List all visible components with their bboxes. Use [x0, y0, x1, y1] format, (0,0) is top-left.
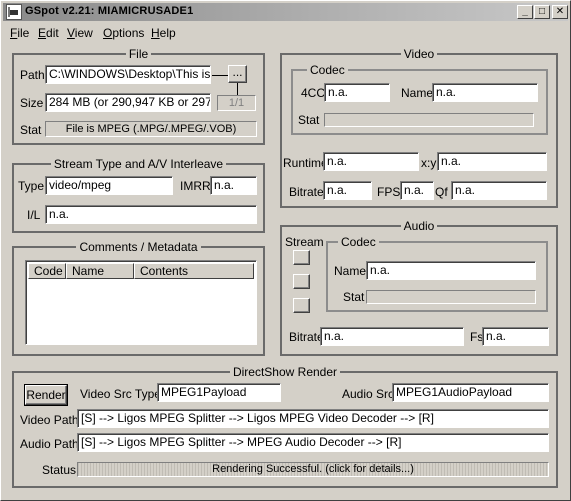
connector-line — [212, 75, 228, 76]
audio-src-label: Audio Src — [342, 387, 395, 401]
path-field[interactable]: C:\WINDOWS\Desktop\This is y — [45, 65, 211, 84]
fourcc-label: 4CC — [301, 86, 326, 100]
column-header-code[interactable]: Code — [28, 263, 66, 279]
audio-group: Audio Stream Codec Name n.a. Stat Bitrat… — [280, 219, 558, 356]
comments-group: Comments / Metadata Code Name Contents — [12, 240, 265, 356]
video-src-type-label: Video Src Type — [80, 387, 161, 401]
imrr-label: IMRR — [180, 179, 211, 193]
video-codec-title: Codec — [307, 63, 348, 77]
video-stat-value — [324, 113, 534, 127]
il-field[interactable]: n.a. — [45, 205, 257, 224]
window-title: GSpot v2.21: MIAMICRUSADE1 — [25, 5, 194, 17]
stream-label: Stream — [285, 235, 324, 249]
video-name-label: Name — [401, 86, 434, 100]
directshow-render-group: DirectShow Render Render Video Src Type … — [12, 365, 558, 488]
fourcc-field[interactable]: n.a. — [324, 83, 390, 102]
size-label: Size — [20, 96, 44, 110]
xy-field[interactable]: n.a. — [437, 152, 547, 171]
column-header-name[interactable]: Name — [66, 263, 134, 279]
page-counter: 1/1 — [217, 95, 256, 111]
render-status-bar[interactable]: Rendering Successful. (click for details… — [77, 462, 549, 477]
menu-file[interactable]: File — [10, 26, 29, 40]
connector-line — [237, 83, 238, 95]
file-group: File Path C:\WINDOWS\Desktop\This is y .… — [12, 47, 265, 145]
video-path-label: Video Path — [20, 413, 79, 427]
stat-label: Stat — [20, 123, 42, 137]
column-header-contents[interactable]: Contents — [134, 263, 254, 279]
menu-options[interactable]: Options — [103, 26, 144, 40]
minimize-button[interactable]: _ — [517, 5, 533, 19]
video-group: Video Codec 4CC n.a. Name n.a. Stat Runt… — [280, 47, 558, 208]
video-bitrate-label: Bitrate — [289, 185, 324, 199]
gspot-window: GSpot v2.21: MIAMICRUSADE1 _ □ ✕ File Ed… — [0, 0, 571, 501]
fps-field[interactable]: n.a. — [400, 181, 434, 200]
video-path-field[interactable]: [S] --> Ligos MPEG Splitter --> Ligos MP… — [77, 409, 549, 428]
menu-view[interactable]: View — [67, 26, 93, 40]
menu-edit[interactable]: Edit — [38, 26, 59, 40]
qf-field[interactable]: n.a. — [451, 181, 547, 200]
comments-group-title: Comments / Metadata — [76, 240, 201, 254]
audio-codec-group: Codec Name n.a. Stat — [326, 235, 548, 312]
path-label: Path — [20, 68, 45, 82]
qf-label: Qf — [435, 185, 448, 199]
runtime-field[interactable]: n.a. — [323, 152, 419, 171]
audio-codec-title: Codec — [338, 235, 379, 249]
app-icon[interactable] — [6, 4, 22, 20]
close-button[interactable]: ✕ — [552, 5, 568, 19]
status-label: Status — [42, 463, 77, 477]
runtime-label: Runtime — [283, 156, 328, 170]
audio-stream-checkbox-3[interactable] — [293, 298, 310, 313]
audio-stat-label: Stat — [343, 290, 365, 304]
stream-group: Stream Type and A/V Interleave Type vide… — [12, 157, 265, 233]
audio-stat-value — [366, 290, 536, 304]
video-group-title: Video — [400, 47, 438, 61]
list-header: Code Name Contents — [28, 263, 254, 279]
video-bitrate-field[interactable]: n.a. — [323, 181, 372, 200]
render-button[interactable]: Render — [24, 384, 68, 406]
browse-button[interactable]: ... — [228, 65, 247, 83]
video-name-field[interactable]: n.a. — [432, 83, 538, 102]
menu-bar: File Edit View Options Help — [3, 23, 568, 41]
audio-bitrate-label: Bitrate — [289, 330, 324, 344]
title-bar[interactable]: GSpot v2.21: MIAMICRUSADE1 _ □ ✕ — [3, 3, 568, 21]
fs-field[interactable]: n.a. — [482, 327, 549, 346]
video-codec-group: Codec 4CC n.a. Name n.a. Stat — [291, 63, 548, 135]
fps-label: FPS — [377, 185, 401, 199]
file-group-title: File — [125, 47, 152, 61]
stream-group-title: Stream Type and A/V Interleave — [50, 157, 227, 171]
audio-name-field[interactable]: n.a. — [366, 261, 536, 280]
xy-label: x:y — [421, 156, 437, 170]
maximize-button[interactable]: □ — [534, 5, 550, 19]
audio-name-label: Name — [334, 264, 367, 278]
audio-src-field[interactable]: MPEG1AudioPayload — [392, 383, 549, 402]
audio-stream-checkbox-1[interactable] — [293, 250, 310, 265]
audio-bitrate-field[interactable]: n.a. — [320, 327, 464, 346]
audio-path-label: Audio Path — [20, 437, 79, 451]
il-label: I/L — [27, 208, 41, 222]
audio-path-field[interactable]: [S] --> Ligos MPEG Splitter --> MPEG Aud… — [77, 433, 549, 452]
imrr-field[interactable]: n.a. — [210, 176, 257, 195]
type-field[interactable]: video/mpeg — [45, 176, 173, 195]
metadata-list[interactable]: Code Name Contents — [25, 260, 257, 345]
file-stat-value: File is MPEG (.MPG/.MPEG/.VOB) — [45, 121, 257, 137]
menu-help[interactable]: Help — [151, 26, 176, 40]
type-label: Type — [18, 179, 45, 193]
size-field[interactable]: 284 MB (or 290,947 KB or 297,92 — [45, 93, 211, 112]
render-group-title: DirectShow Render — [229, 365, 341, 379]
audio-stream-checkbox-2[interactable] — [293, 274, 310, 289]
video-src-type-field[interactable]: MPEG1Payload — [157, 383, 281, 402]
video-stat-label: Stat — [298, 113, 320, 127]
audio-group-title: Audio — [400, 219, 438, 233]
